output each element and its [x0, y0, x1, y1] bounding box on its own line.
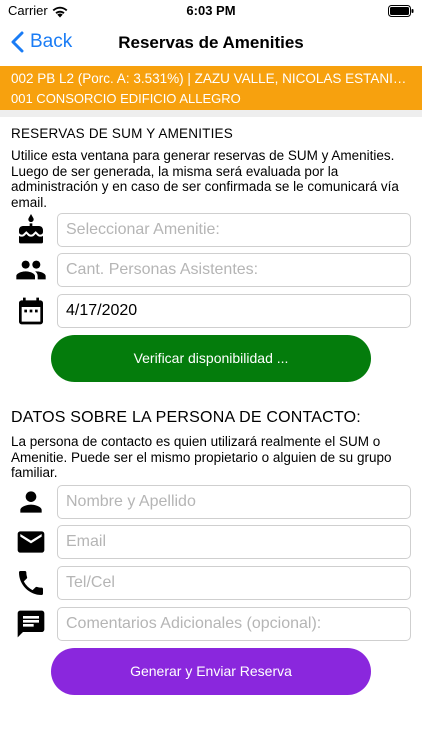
comment-icon — [12, 607, 50, 641]
reservas-section-title: RESERVAS DE SUM Y AMENITIES — [11, 126, 233, 141]
page-title: Reservas de Amenities — [118, 33, 304, 52]
nav-bar: Back Reservas de Amenities — [0, 22, 422, 66]
amenitie-select[interactable] — [57, 213, 411, 247]
email-input[interactable] — [57, 525, 411, 559]
contacto-description: La persona de contacto es quien utilizar… — [11, 434, 392, 480]
phone-icon — [12, 566, 50, 600]
reservas-description: Utilice esta ventana para generar reserv… — [11, 148, 399, 210]
status-bar: Carrier 6:03 PM — [0, 0, 422, 22]
consortium-info: 001 CONSORCIO EDIFICIO ALLEGRO — [11, 91, 241, 106]
unit-banner: 002 PB L2 (Porc. A: 3.531%) | ZAZU VALLE… — [0, 66, 422, 110]
fecha-row — [12, 294, 412, 328]
clock: 6:03 PM — [186, 3, 236, 18]
person-icon — [12, 485, 50, 519]
tel-input[interactable] — [57, 566, 411, 600]
comentarios-input[interactable] — [57, 607, 411, 641]
nombre-row — [12, 485, 412, 519]
divider — [0, 110, 422, 117]
personas-row — [12, 253, 412, 287]
calendar-icon — [12, 294, 50, 328]
personas-input[interactable] — [57, 253, 411, 287]
cake-icon — [12, 213, 50, 247]
contacto-section-title: DATOS SOBRE LA PERSONA DE CONTACTO: — [11, 409, 361, 426]
comentarios-row — [12, 607, 412, 641]
battery-icon — [388, 5, 414, 17]
unit-info: 002 PB L2 (Porc. A: 3.531%) | ZAZU VALLE… — [11, 71, 411, 86]
verify-availability-button[interactable]: Verificar disponibilidad ... — [51, 335, 371, 382]
people-icon — [12, 253, 50, 287]
fecha-input[interactable] — [57, 294, 411, 328]
tel-row — [12, 566, 412, 600]
nombre-input[interactable] — [57, 485, 411, 519]
mail-icon — [12, 525, 50, 559]
email-row — [12, 525, 412, 559]
submit-reservation-button[interactable]: Generar y Enviar Reserva — [51, 648, 371, 695]
amenitie-row — [12, 213, 412, 247]
